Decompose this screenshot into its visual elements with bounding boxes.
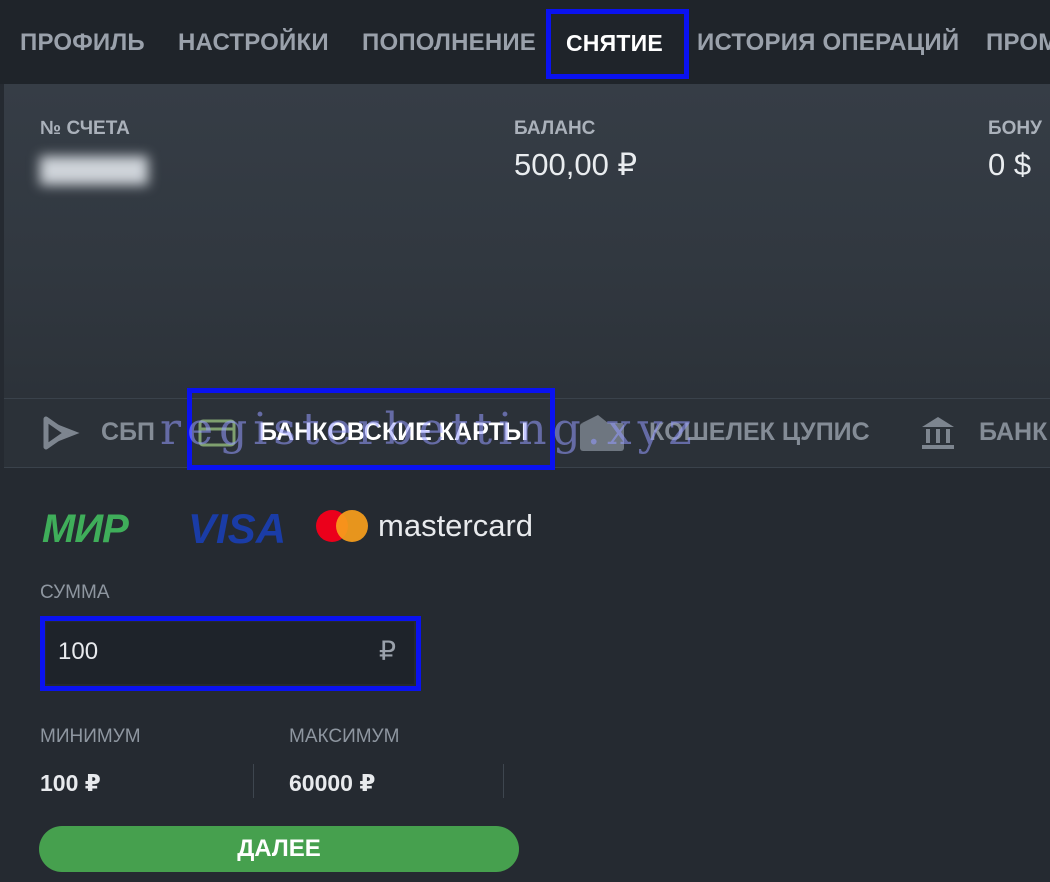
amount-input-value: 100 (58, 638, 99, 665)
bonus-value: 0 $ (988, 147, 1032, 182)
visa-logo: VISA (188, 505, 287, 552)
top-nav: ПРОФИЛЬ НАСТРОЙКИ ПОПОЛНЕНИЕ СНЯТИЕ ИСТО… (0, 0, 1050, 84)
account-number-blurred: ▇▇▇▇▇ (40, 153, 148, 184)
balance-label: БАЛАНС (514, 118, 596, 139)
mastercard-orange-circle (336, 510, 368, 542)
limits-divider (253, 764, 254, 798)
tab-history[interactable]: ИСТОРИЯ ОПЕРАЦИЙ (697, 26, 959, 60)
method-sbp-label: СБП (100, 418, 155, 446)
currency-symbol: ₽ (378, 636, 396, 666)
max-label: МАКСИМУМ (289, 726, 400, 747)
tab-withdrawal[interactable]: СНЯТИЕ (566, 26, 663, 60)
method-sbp[interactable]: СБП (40, 412, 155, 452)
watermark: registerbetting.xyz (160, 404, 698, 455)
bonus-label: БОНУ (988, 118, 1042, 139)
min-value: 100 ₽ (40, 770, 101, 796)
method-bank[interactable]: БАНК (918, 412, 1047, 452)
mastercard-logo-text: mastercard (378, 508, 534, 543)
mir-logo: МИР (42, 507, 129, 551)
next-button[interactable]: ДАЛЕЕ (39, 826, 519, 872)
tab-settings[interactable]: НАСТРОЙКИ (178, 26, 329, 60)
amount-input[interactable]: 100 ₽ (46, 622, 414, 684)
bank-icon (922, 417, 954, 450)
amount-label: СУММА (40, 582, 110, 603)
tab-profile[interactable]: ПРОФИЛЬ (20, 26, 145, 60)
tab-deposit[interactable]: ПОПОЛНЕНИЕ (362, 26, 536, 60)
max-value: 60000 ₽ (289, 770, 376, 796)
balance-value: 500,00 ₽ (514, 147, 638, 182)
limits-divider-right (503, 764, 504, 798)
account-number-label: № СЧЕТА (40, 118, 130, 139)
tab-promo[interactable]: ПРОМ (986, 26, 1050, 60)
min-label: МИНИМУМ (40, 726, 141, 747)
method-bank-label: БАНК (978, 418, 1048, 446)
sbp-icon (43, 416, 80, 450)
